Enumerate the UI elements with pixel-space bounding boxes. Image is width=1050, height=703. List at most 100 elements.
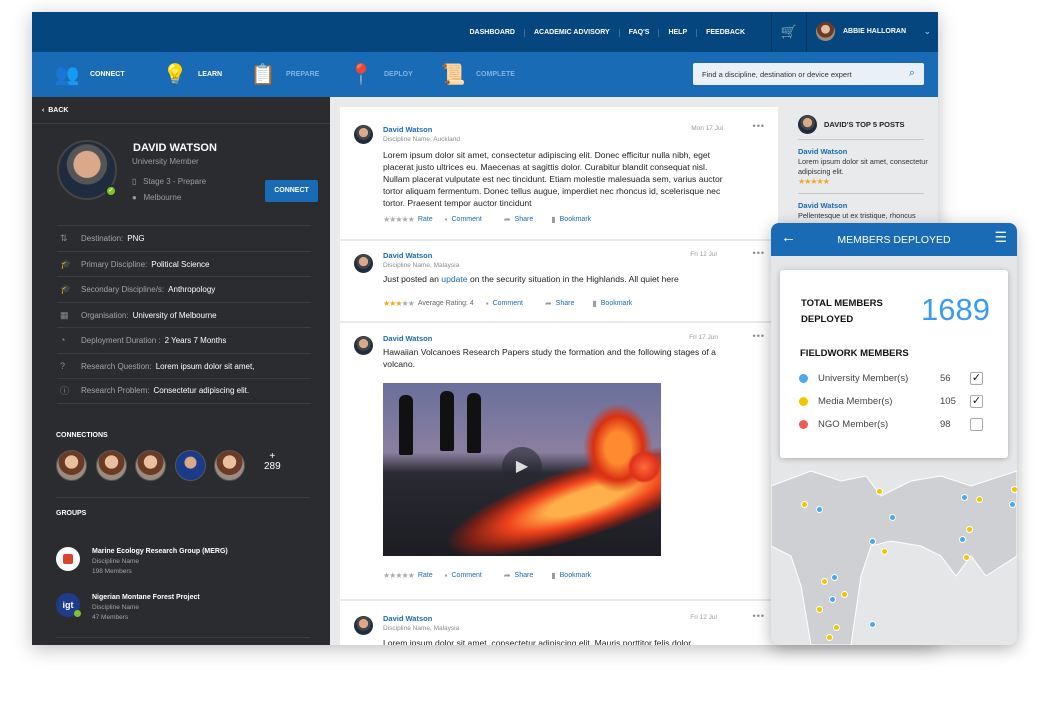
more-options-icon[interactable]: ••• [753, 121, 765, 131]
rate-button[interactable]: Rate [418, 572, 433, 579]
group-logo [56, 547, 80, 571]
map-marker[interactable] [869, 538, 876, 545]
map-marker[interactable] [801, 501, 808, 508]
media-checkbox[interactable]: ✓ [970, 395, 983, 408]
map-marker[interactable] [881, 548, 888, 555]
connection-avatar[interactable] [135, 450, 166, 481]
comment-button[interactable]: ▪ Comment [486, 299, 523, 308]
top-post-author[interactable]: David Watson [798, 201, 847, 210]
map-marker[interactable] [816, 606, 823, 613]
bookmark-button[interactable]: ▮ Bookmark [551, 215, 591, 224]
comment-button[interactable]: ▪ Comment [445, 571, 482, 580]
info-icon: ⓘ [60, 386, 70, 397]
post-author[interactable]: David Watson [383, 614, 432, 623]
connection-avatar[interactable] [96, 450, 127, 481]
map-marker[interactable] [816, 506, 823, 513]
mobile-title: MEMBERS DEPLOYED [837, 234, 951, 246]
map-marker[interactable] [1009, 501, 1016, 508]
map-marker[interactable] [831, 574, 838, 581]
top-post-text[interactable]: Pellentesque ut ex tristique, rhoncus [798, 211, 928, 221]
map-marker[interactable] [829, 596, 836, 603]
back-button[interactable]: ‹ BACK [42, 107, 68, 114]
more-options-icon[interactable]: ••• [753, 248, 765, 258]
bookmark-button[interactable]: ▮ Bookmark [551, 571, 591, 580]
nav-faqs[interactable]: FAQ'S [620, 29, 660, 37]
rating-stars[interactable]: ★★★★★ [383, 571, 415, 580]
nav-feedback[interactable]: FEEDBACK [697, 29, 754, 37]
ngo-checkbox[interactable] [970, 418, 983, 431]
play-icon[interactable]: ▶ [502, 447, 542, 487]
person-silhouette [399, 395, 413, 455]
author-avatar[interactable] [354, 336, 373, 355]
people-network-icon: 👥 [54, 64, 80, 86]
map-marker[interactable] [961, 494, 968, 501]
rating-stars[interactable]: ★★★★★ [383, 215, 415, 224]
bookmark-icon: ▮ [551, 215, 556, 224]
share-button[interactable]: ➦ Share [504, 215, 533, 224]
map-marker[interactable] [959, 536, 966, 543]
profile-sidebar: ‹ BACK ✓ DAVID WATSON University Member … [32, 97, 330, 645]
nav-dashboard[interactable]: DASHBOARD [460, 29, 525, 37]
divider [32, 123, 330, 124]
step-connect[interactable]: 👥 CONNECT [54, 62, 125, 87]
map-marker[interactable] [1011, 486, 1017, 493]
step-label: PREPARE [286, 71, 320, 78]
user-menu[interactable]: ABBIE HALLORAN ⌄ [816, 22, 931, 41]
step-deploy[interactable]: 📍 DEPLOY [348, 62, 413, 87]
more-connections[interactable]: +289 [264, 452, 281, 472]
connection-avatar[interactable] [214, 450, 245, 481]
post-author[interactable]: David Watson [383, 334, 432, 343]
clipboard-check-icon: 📋 [250, 64, 276, 86]
connection-avatar[interactable] [175, 450, 206, 481]
group-name: Nigerian Montane Forest Project [92, 594, 200, 601]
video-thumbnail[interactable]: ▶ [383, 383, 661, 556]
map-marker[interactable] [869, 621, 876, 628]
search-icon[interactable]: ⌕ [909, 67, 915, 80]
location-pin-icon: ● [132, 193, 137, 202]
cart-icon[interactable]: 🛒 [771, 12, 807, 52]
update-link[interactable]: update [441, 274, 467, 284]
nav-academic-advisory[interactable]: ACADEMIC ADVISORY [525, 29, 620, 37]
map-marker[interactable] [966, 526, 973, 533]
post-text: Lorem ipsum dolor sit amet, consectetur … [383, 638, 693, 645]
connect-button[interactable]: CONNECT [265, 180, 318, 202]
post-subtitle: Discipline Name, Malaysia [383, 625, 460, 632]
university-checkbox[interactable]: ✓ [970, 372, 983, 385]
post-author[interactable]: David Watson [383, 125, 432, 134]
comment-button[interactable]: ▪ Comment [445, 215, 482, 224]
map-marker[interactable] [841, 591, 848, 598]
map-marker[interactable] [826, 634, 833, 641]
share-button[interactable]: ➦ Share [545, 299, 574, 308]
post-card: David Watson Discipline Name, Auckland M… [340, 107, 778, 241]
top-post-text[interactable]: Lorem ipsum dolor sit amet, consectetur … [798, 157, 928, 176]
post-subtitle: Discipline Name, Auckland [383, 136, 460, 143]
rate-button[interactable]: Rate [418, 216, 433, 223]
bookmark-button[interactable]: ▮ Bookmark [592, 299, 632, 308]
map-marker[interactable] [963, 554, 970, 561]
group-item[interactable]: igt Nigerian Montane Forest Project Disci… [56, 593, 200, 623]
step-complete[interactable]: 📜 COMPLETE [440, 62, 515, 87]
map-marker[interactable] [821, 578, 828, 585]
author-avatar[interactable] [354, 254, 373, 273]
group-discipline: Discipline Name [92, 604, 139, 611]
group-logo: igt [56, 593, 81, 617]
top-post-author[interactable]: David Watson [798, 147, 847, 156]
map-marker[interactable] [833, 624, 840, 631]
author-avatar[interactable] [354, 616, 373, 635]
map-marker[interactable] [889, 514, 896, 521]
connection-avatar[interactable] [56, 450, 87, 481]
step-prepare[interactable]: 📋 PREPARE [250, 62, 320, 87]
more-options-icon[interactable]: ••• [753, 611, 765, 621]
post-author[interactable]: David Watson [383, 251, 432, 260]
map-marker[interactable] [976, 496, 983, 503]
group-item[interactable]: Marine Ecology Research Group (MERG) Disc… [56, 547, 228, 577]
more-options-icon[interactable]: ••• [753, 331, 765, 341]
nav-help[interactable]: HELP [659, 29, 698, 37]
search-input[interactable]: Find a discipline, destination or device… [693, 63, 924, 85]
author-avatar[interactable] [354, 125, 373, 144]
step-learn[interactable]: 💡 LEARN [162, 62, 223, 87]
hamburger-menu-icon[interactable]: ☰ [994, 229, 1007, 246]
share-button[interactable]: ➦ Share [504, 571, 533, 580]
map-marker[interactable] [876, 488, 883, 495]
rating-stars[interactable]: ★★★★★ [383, 299, 415, 308]
